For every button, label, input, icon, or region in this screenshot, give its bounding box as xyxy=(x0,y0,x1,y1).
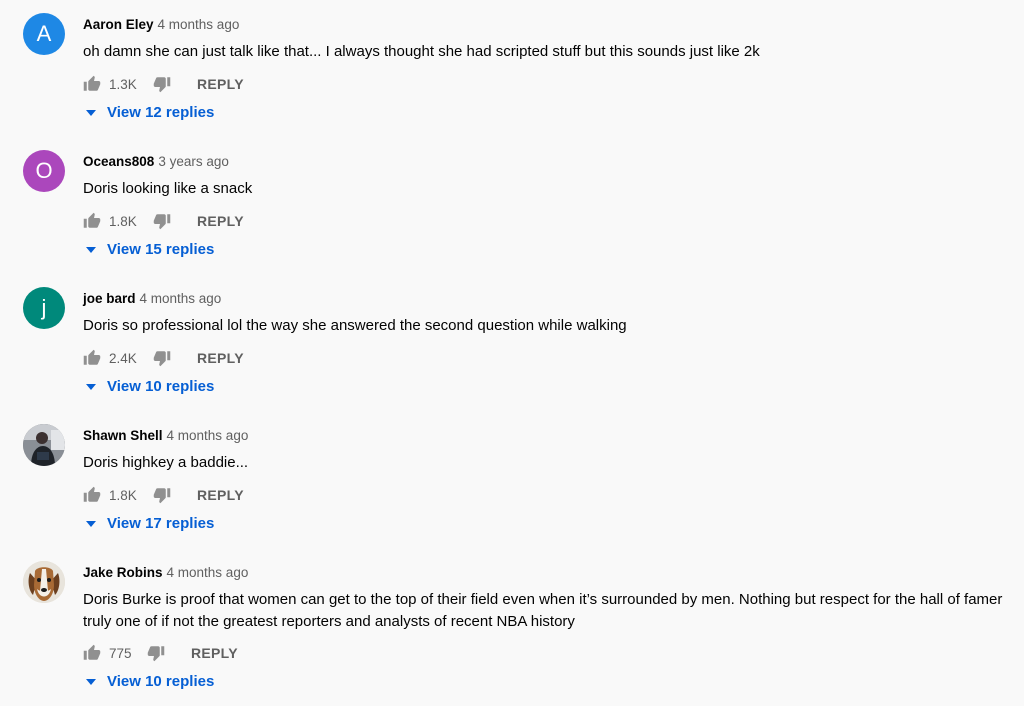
thumbs-down-icon xyxy=(153,77,171,93)
comment-text: Doris so professional lol the way she an… xyxy=(83,317,627,334)
dislike-button[interactable] xyxy=(153,75,171,93)
dislike-button[interactable] xyxy=(147,644,165,662)
comment-text: Doris looking like a snack xyxy=(83,180,253,197)
author-name[interactable]: joe bard xyxy=(83,291,136,306)
thumbs-up-icon xyxy=(83,486,101,502)
like-count: 1.8K xyxy=(109,213,137,229)
author-name[interactable]: Aaron Eley xyxy=(83,17,154,32)
dislike-button[interactable] xyxy=(153,349,171,367)
comment-actions: 775 REPLY xyxy=(83,642,238,664)
caret-down-icon xyxy=(83,105,99,121)
avatar[interactable]: O xyxy=(23,150,65,192)
like-count: 2.4K xyxy=(109,350,137,366)
like-button[interactable] xyxy=(83,644,101,662)
avatar[interactable]: j xyxy=(23,287,65,329)
timestamp[interactable]: 4 months ago xyxy=(167,565,249,580)
like-count: 1.8K xyxy=(109,487,137,503)
thumbs-down-icon xyxy=(153,351,171,367)
dislike-button[interactable] xyxy=(153,212,171,230)
beagle-dog-photo-icon xyxy=(23,561,65,603)
reply-button[interactable]: REPLY xyxy=(197,213,244,229)
timestamp[interactable]: 4 months ago xyxy=(167,428,249,443)
like-button[interactable] xyxy=(83,486,101,504)
comment-actions: 1.8K REPLY xyxy=(83,484,244,506)
thumbs-down-icon xyxy=(153,214,171,230)
author-name[interactable]: Oceans808 xyxy=(83,154,154,169)
dislike-button[interactable] xyxy=(153,486,171,504)
like-count: 775 xyxy=(109,645,132,661)
view-replies-button[interactable]: View 10 replies xyxy=(83,673,214,690)
timestamp[interactable]: 4 months ago xyxy=(140,291,222,306)
comment-header: joe bard 4 months ago xyxy=(83,291,221,306)
comment-actions: 1.3K REPLY xyxy=(83,73,244,95)
view-replies-label: View 12 replies xyxy=(107,104,215,121)
beagle-dog-photo-avatar[interactable] xyxy=(23,561,65,603)
person-photo-avatar[interactable] xyxy=(23,424,65,466)
like-button[interactable] xyxy=(83,349,101,367)
comment-header: Jake Robins 4 months ago xyxy=(83,565,248,580)
reply-button[interactable]: REPLY xyxy=(197,487,244,503)
comment-header: Oceans808 3 years ago xyxy=(83,154,229,169)
reply-button[interactable]: REPLY xyxy=(197,76,244,92)
comment-actions: 1.8K REPLY xyxy=(83,210,244,232)
comment-header: Aaron Eley 4 months ago xyxy=(83,17,239,32)
view-replies-button[interactable]: View 12 replies xyxy=(83,104,214,121)
comment-text: Doris highkey a baddie... xyxy=(83,454,249,471)
comment-actions: 2.4K REPLY xyxy=(83,347,244,369)
like-count: 1.3K xyxy=(109,76,137,92)
comment-text: oh damn she can just talk like that... I… xyxy=(83,43,760,60)
thumbs-down-icon xyxy=(147,646,165,662)
avatar[interactable]: A xyxy=(23,13,65,55)
author-name[interactable]: Jake Robins xyxy=(83,565,163,580)
thumbs-down-icon xyxy=(153,488,171,504)
caret-down-icon xyxy=(83,379,99,395)
like-button[interactable] xyxy=(83,75,101,93)
thumbs-up-icon xyxy=(83,75,101,91)
view-replies-label: View 17 replies xyxy=(107,515,215,532)
caret-down-icon xyxy=(83,242,99,258)
person-photo-icon xyxy=(23,424,65,466)
like-button[interactable] xyxy=(83,212,101,230)
timestamp[interactable]: 3 years ago xyxy=(158,154,229,169)
author-name[interactable]: Shawn Shell xyxy=(83,428,163,443)
comment-header: Shawn Shell 4 months ago xyxy=(83,428,248,443)
comment-text: Doris Burke is proof that women can get … xyxy=(83,591,1003,630)
comments-section: A Aaron Eley 4 months ago oh damn she can… xyxy=(0,0,1024,706)
thumbs-up-icon xyxy=(83,349,101,365)
timestamp[interactable]: 4 months ago xyxy=(158,17,240,32)
reply-button[interactable]: REPLY xyxy=(191,645,238,661)
thumbs-up-icon xyxy=(83,212,101,228)
view-replies-label: View 10 replies xyxy=(107,673,215,690)
view-replies-button[interactable]: View 10 replies xyxy=(83,378,214,395)
view-replies-label: View 15 replies xyxy=(107,241,215,258)
caret-down-icon xyxy=(83,674,99,690)
view-replies-button[interactable]: View 17 replies xyxy=(83,515,214,532)
thumbs-up-icon xyxy=(83,644,101,660)
view-replies-button[interactable]: View 15 replies xyxy=(83,241,214,258)
reply-button[interactable]: REPLY xyxy=(197,350,244,366)
view-replies-label: View 10 replies xyxy=(107,378,215,395)
caret-down-icon xyxy=(83,516,99,532)
